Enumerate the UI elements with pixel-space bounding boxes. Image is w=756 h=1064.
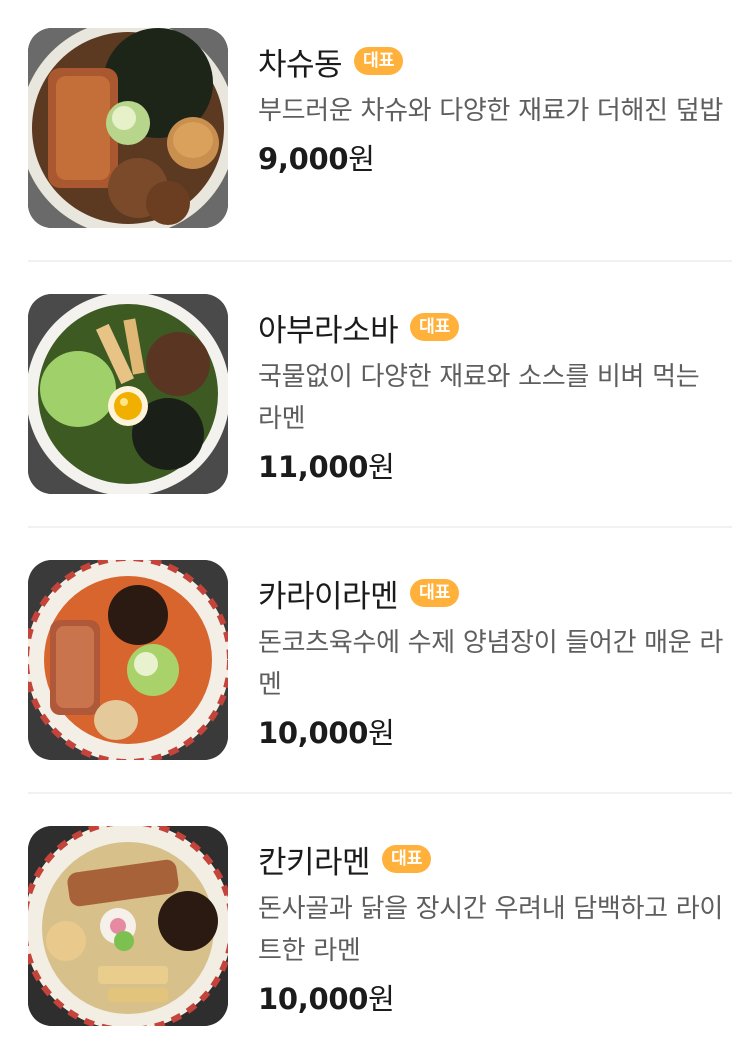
kanki-ramen-photo[interactable] xyxy=(28,826,228,1026)
menu-item-chashu-don[interactable]: 차슈동 대표 부드러운 차슈와 다양한 재료가 더해진 덮밥 9,000 원 xyxy=(0,0,756,266)
currency-label: 원 xyxy=(348,142,375,176)
menu-list: 차슈동 대표 부드러운 차슈와 다양한 재료가 더해진 덮밥 9,000 원 아… xyxy=(0,0,756,1052)
menu-item-price: 9,000 xyxy=(258,142,349,176)
menu-item-price: 10,000 xyxy=(258,982,369,1016)
menu-item-info: 칸키라멘 대표 돈사골과 닭을 장시간 우려내 담백하고 라이트한 라멘 10,… xyxy=(258,834,738,1022)
currency-label: 원 xyxy=(368,716,395,750)
menu-item-info: 카라이라멘 대표 돈코츠육수에 수제 양념장이 들어간 매운 라멘 10,000… xyxy=(258,568,738,756)
divider xyxy=(28,260,732,262)
signature-badge: 대표 xyxy=(382,845,432,873)
currency-label: 원 xyxy=(368,982,395,1016)
menu-item-description: 돈코츠육수에 수제 양념장이 들어간 매운 라멘 xyxy=(258,628,723,700)
menu-item-info: 아부라소바 대표 국물없이 다양한 재료와 소스를 비벼 먹는 라멘 11,00… xyxy=(258,302,738,490)
abura-soba-photo[interactable] xyxy=(28,294,228,494)
menu-item-name: 카라이라멘 xyxy=(258,578,399,615)
menu-item-price: 10,000 xyxy=(258,716,369,750)
menu-item-description: 돈사골과 닭을 장시간 우려내 담백하고 라이트한 라멘 xyxy=(258,894,723,966)
menu-item-kanki-ramen[interactable]: 칸키라멘 대표 돈사골과 닭을 장시간 우려내 담백하고 라이트한 라멘 10,… xyxy=(0,798,756,1064)
menu-item-info: 차슈동 대표 부드러운 차슈와 다양한 재료가 더해진 덮밥 9,000 원 xyxy=(258,36,738,182)
menu-item-abura-soba[interactable]: 아부라소바 대표 국물없이 다양한 재료와 소스를 비벼 먹는 라멘 11,00… xyxy=(0,266,756,532)
signature-badge: 대표 xyxy=(354,47,404,75)
menu-item-name: 아부라소바 xyxy=(258,312,399,349)
karai-ramen-photo[interactable] xyxy=(28,560,228,760)
currency-label: 원 xyxy=(368,450,395,484)
divider xyxy=(28,792,732,794)
signature-badge: 대표 xyxy=(410,579,460,607)
menu-item-description: 부드러운 차슈와 다양한 재료가 더해진 덮밥 xyxy=(258,96,723,126)
menu-item-description: 국물없이 다양한 재료와 소스를 비벼 먹는 라멘 xyxy=(258,362,700,434)
chashu-don-photo[interactable] xyxy=(28,28,228,228)
menu-item-name: 칸키라멘 xyxy=(258,844,371,881)
signature-badge: 대표 xyxy=(410,313,460,341)
menu-item-name: 차슈동 xyxy=(258,46,343,83)
divider xyxy=(28,526,732,528)
menu-item-price: 11,000 xyxy=(258,450,369,484)
menu-item-karai-ramen[interactable]: 카라이라멘 대표 돈코츠육수에 수제 양념장이 들어간 매운 라멘 10,000… xyxy=(0,532,756,798)
